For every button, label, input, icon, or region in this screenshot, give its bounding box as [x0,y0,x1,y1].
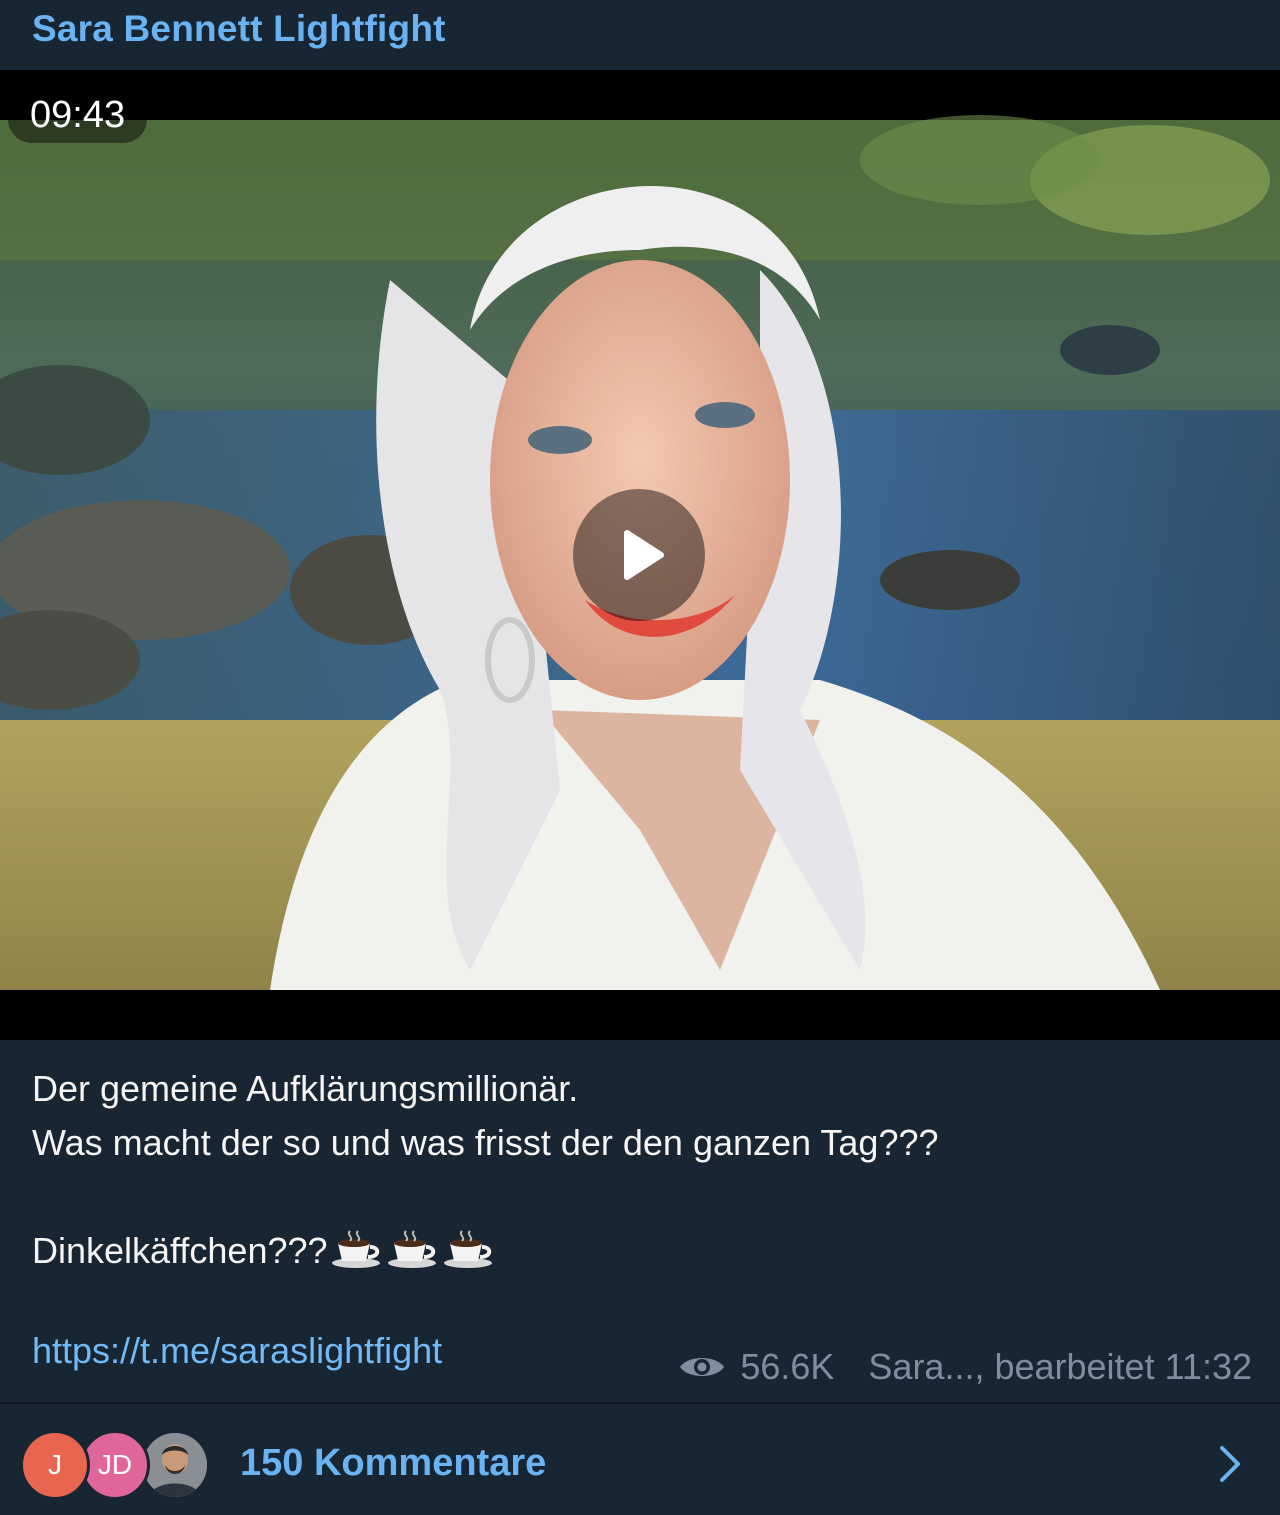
channel-post: Sara Bennett Lightfight 09:43 Der gemein… [0,0,1280,1515]
avatar: JD [80,1430,150,1500]
comments-button[interactable]: J JD 150 Kommentare [0,1404,1280,1515]
play-button[interactable] [573,489,705,621]
user-photo-icon [143,1433,207,1497]
coffee-cup-icon [331,1230,380,1268]
play-icon [624,530,664,580]
caption-line-3-wrap: Dinkelkäffchen??? [32,1224,1242,1278]
avatar: J [20,1430,90,1500]
comments-count-label: 150 Kommentare [240,1442,547,1484]
video-duration: 09:43 [8,88,148,143]
chevron-right-icon [1220,1446,1240,1482]
caption-line-2: Was macht der so und was frisst der den … [32,1122,939,1163]
post-caption: Der gemeine Aufklärungsmillionär. Was ma… [32,1062,1242,1278]
coffee-cup-icon [443,1230,492,1268]
video-player[interactable]: 09:43 [0,70,1280,1040]
caption-line-3: Dinkelkäffchen??? [32,1230,328,1271]
channel-name[interactable]: Sara Bennett Lightfight [32,8,446,50]
post-meta: 56.6K Sara..., bearbeitet 11:32 [678,1346,1252,1388]
avatar [140,1430,210,1500]
author-edited-time: Sara..., bearbeitet 11:32 [868,1346,1252,1387]
channel-link[interactable]: https://t.me/saraslightfight [32,1330,442,1372]
coffee-cup-icon [387,1230,436,1268]
caption-line-1: Der gemeine Aufklärungsmillionär. [32,1068,579,1109]
eye-icon [680,1358,725,1376]
view-count: 56.6K [740,1346,835,1387]
